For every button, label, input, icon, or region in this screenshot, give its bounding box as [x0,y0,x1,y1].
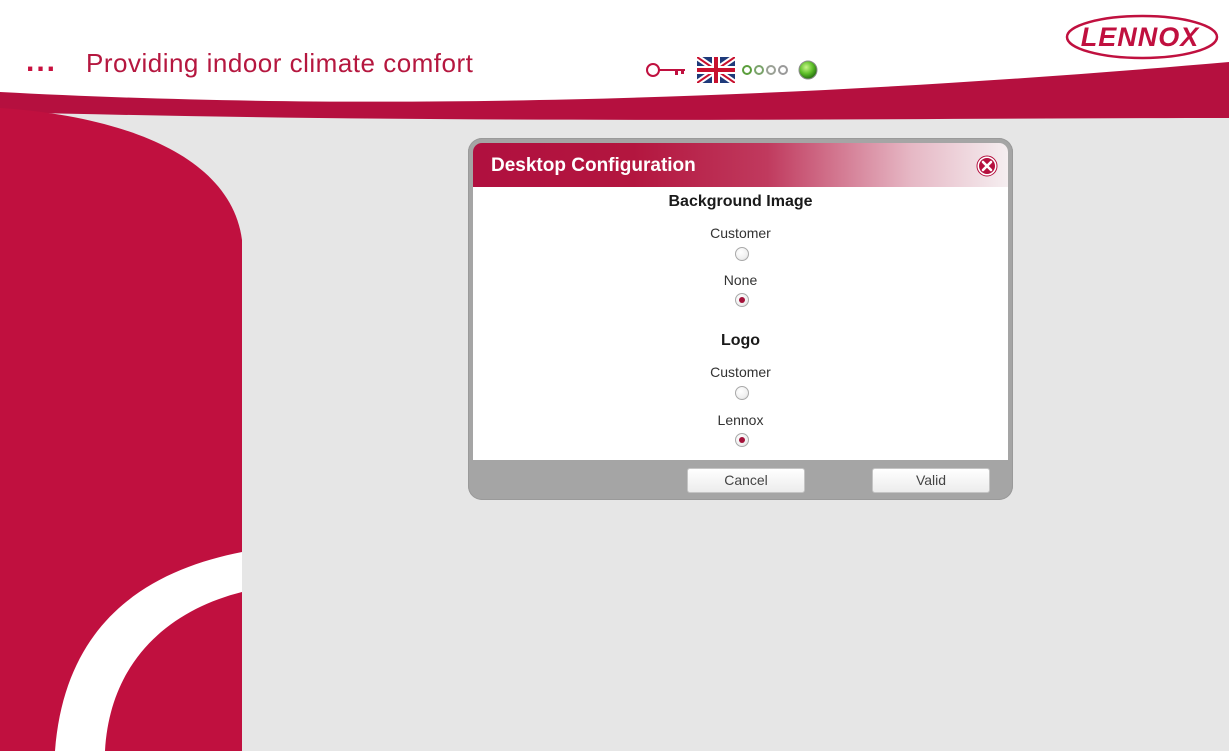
logo-customer-label: Customer [710,364,771,380]
bg-customer-label: Customer [710,225,771,241]
bg-customer-radio[interactable] [735,247,749,261]
dialog-body: Background Image Customer None Logo Cust… [473,187,1008,460]
progress-dots-icon [741,64,791,76]
logo-customer-radio[interactable] [735,386,749,400]
logo-heading: Logo [720,332,761,349]
status-led-icon [797,59,819,81]
status-bar [645,57,819,83]
header: ... Providing indoor climate comfort LEN… [0,0,1229,120]
cancel-button[interactable]: Cancel [687,468,805,493]
ellipsis-decoration: ... [26,45,58,78]
background-image-heading: Background Image [668,193,813,210]
tagline: Providing indoor climate comfort [86,48,474,78]
uk-flag-icon[interactable] [697,57,735,83]
dialog-footer: Cancel Valid [473,460,1008,493]
dialog-title-bar[interactable]: Desktop Configuration [473,143,1008,187]
lennox-logo: LENNOX [1065,14,1219,60]
logo-lennox-label: Lennox [717,412,764,428]
dialog-title: Desktop Configuration [491,155,696,176]
valid-button[interactable]: Valid [872,468,990,493]
svg-text:LENNOX: LENNOX [1081,22,1201,52]
desktop-configuration-dialog: Desktop Configuration Background Image C… [468,138,1013,500]
key-icon[interactable] [645,60,691,80]
logo-lennox-radio[interactable] [735,433,749,447]
bg-none-radio[interactable] [735,293,749,307]
bg-none-label: None [723,272,758,288]
close-icon[interactable] [976,155,998,177]
